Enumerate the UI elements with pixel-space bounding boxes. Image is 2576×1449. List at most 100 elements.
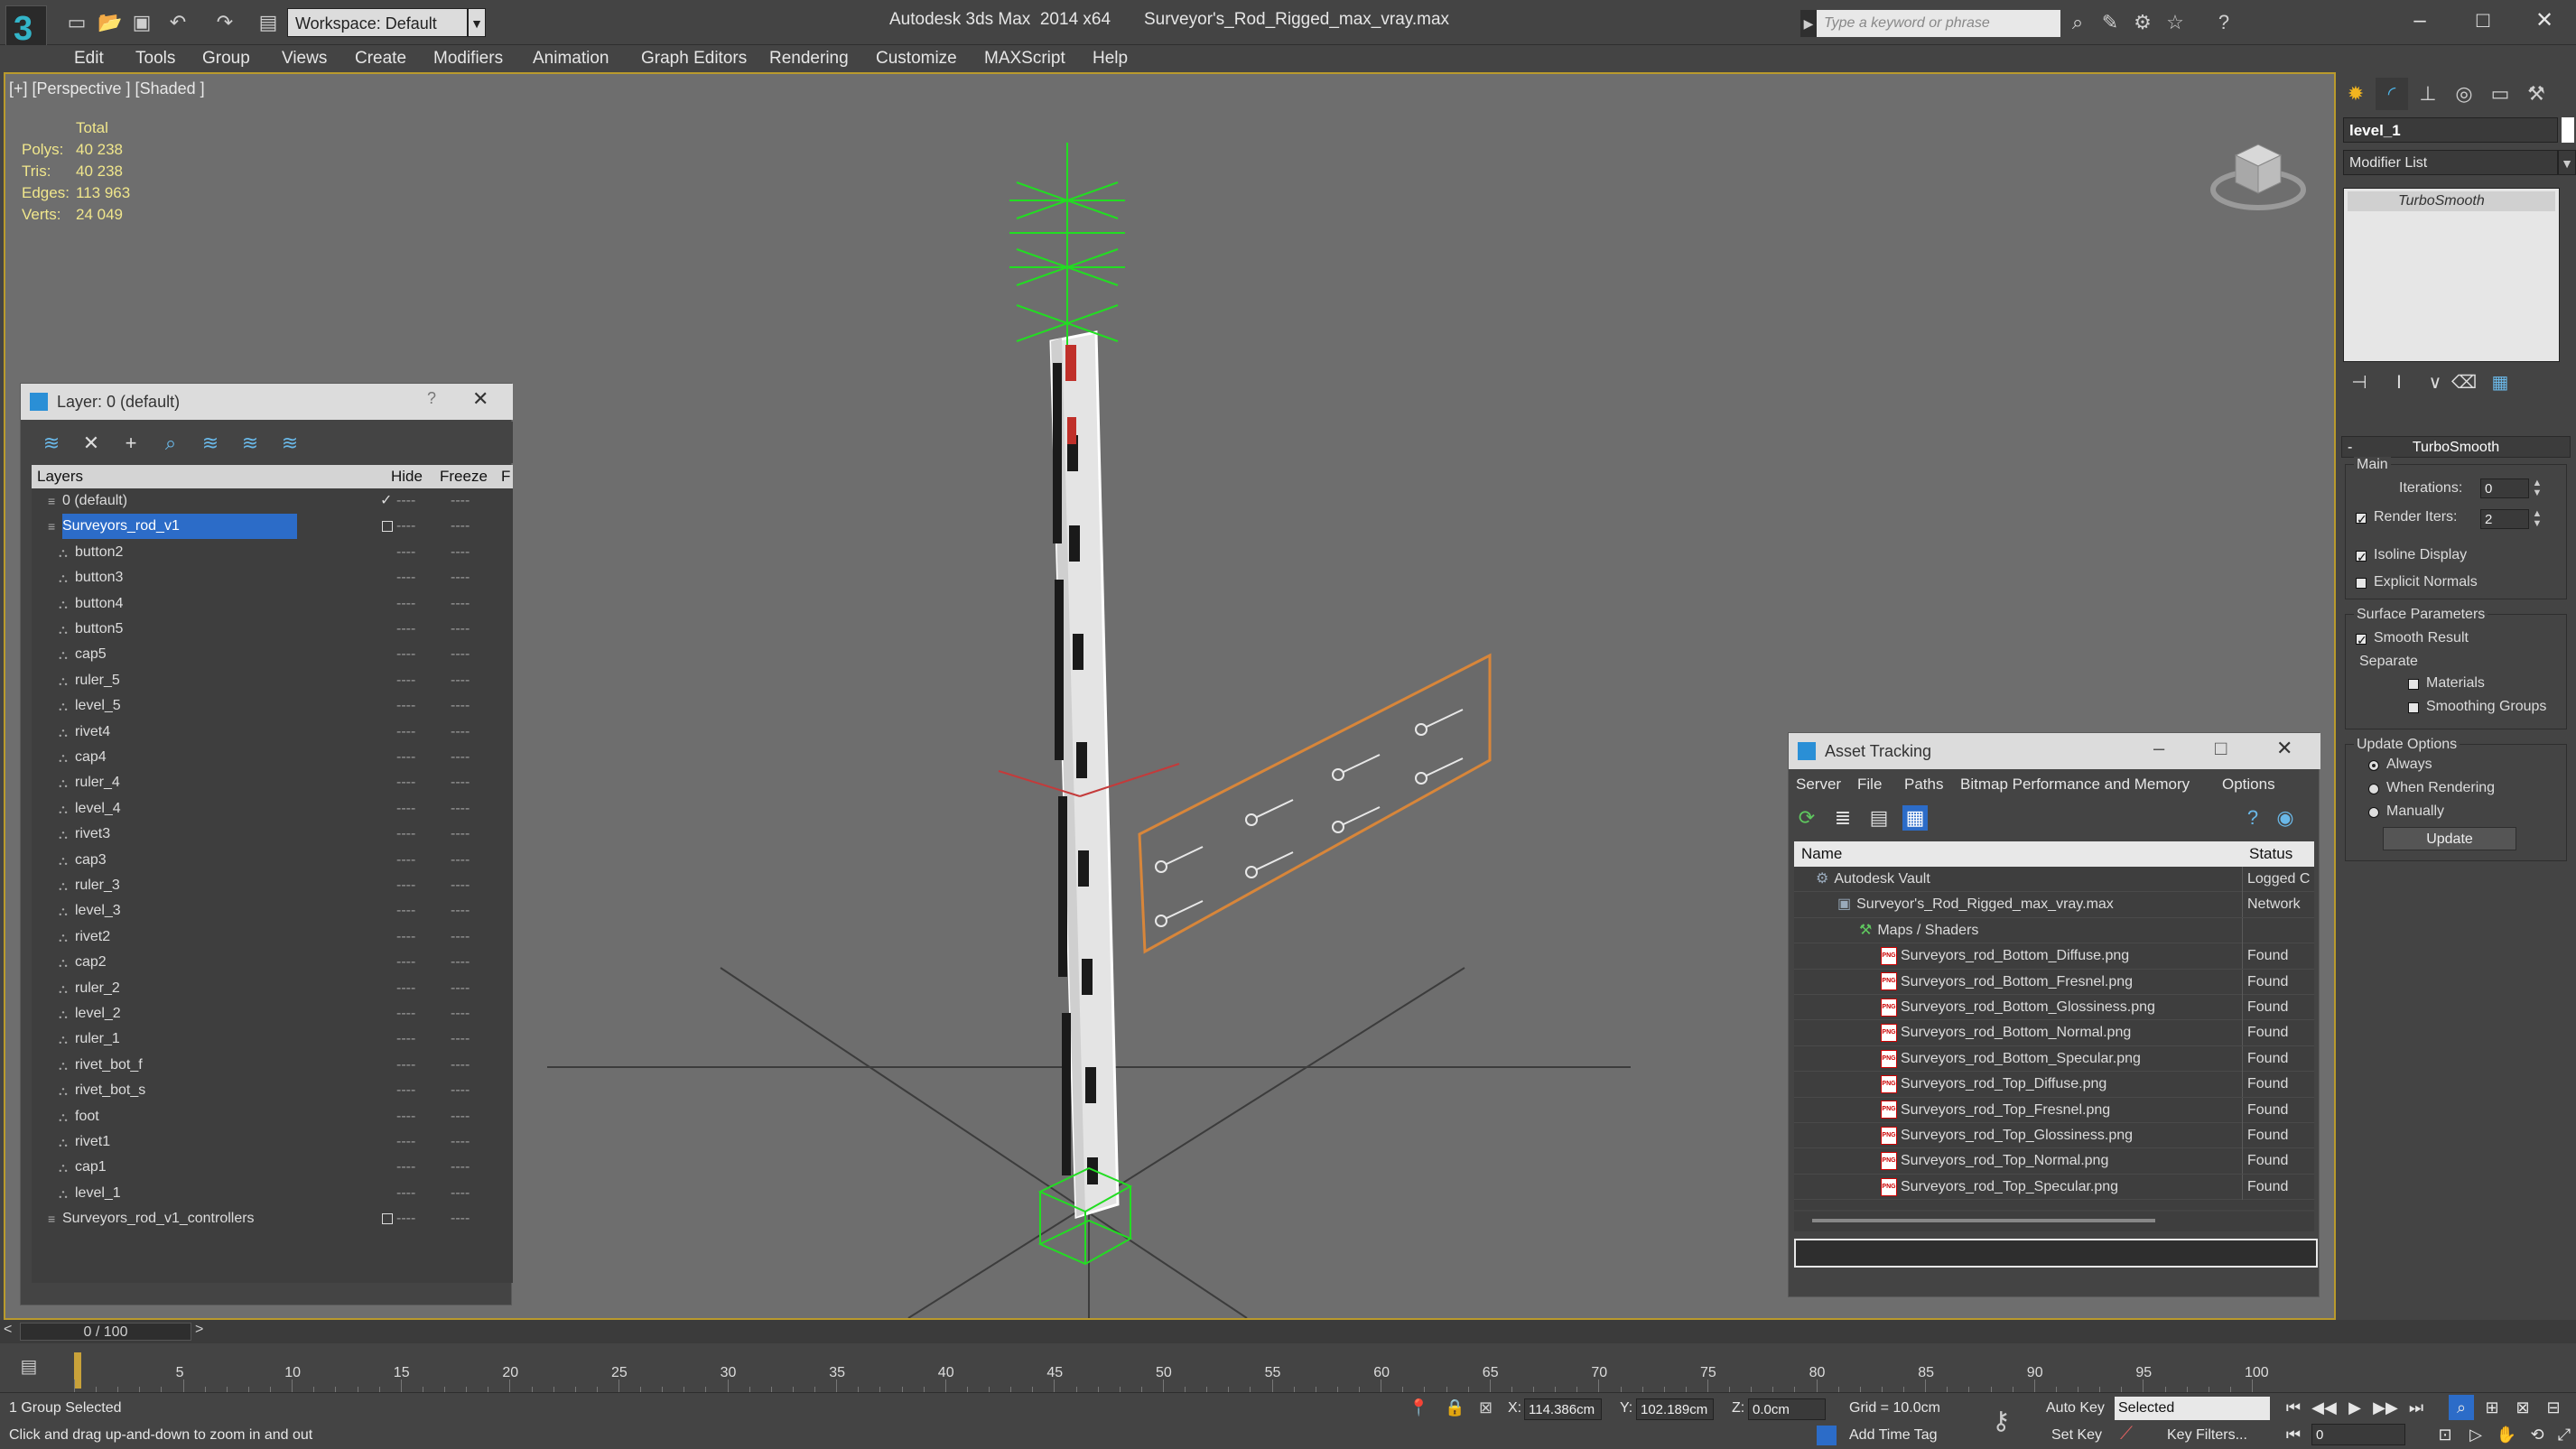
freeze-toggle[interactable]: ---- (451, 565, 470, 590)
pan-icon[interactable]: ✋ (2494, 1422, 2519, 1447)
freeze-toggle[interactable]: ---- (451, 822, 470, 847)
asset-row[interactable]: PNG Surveyors_rod_Bottom_Normal.png Found (1794, 1020, 2314, 1046)
detail-view-icon[interactable]: ▤ (1866, 805, 1892, 831)
menu-maxscript[interactable]: MAXScript (984, 47, 1065, 70)
object-row[interactable]: ⛬ ruler_4 ---- ---- (32, 770, 513, 795)
freeze-toggle[interactable]: ---- (451, 693, 470, 719)
hide-toggle[interactable]: ---- (396, 642, 415, 667)
mini-curve-editor-icon[interactable]: ▤ (16, 1354, 42, 1379)
maximize-button[interactable]: □ (2451, 0, 2515, 42)
asset-highlight-icon[interactable]: ◉ (2273, 805, 2298, 831)
save-file-icon[interactable]: ▣ (130, 11, 153, 34)
show-end-result-icon[interactable]: Ⅰ (2386, 370, 2412, 395)
menu-group[interactable]: Group (202, 47, 250, 70)
table-view-icon[interactable]: ▦ (1902, 805, 1928, 831)
object-row[interactable]: ⛬ cap1 ---- ---- (32, 1155, 513, 1180)
menu-help[interactable]: Help (1093, 47, 1128, 70)
asset-menu-options[interactable]: Options (2222, 771, 2275, 798)
workspace-dropdown[interactable]: Workspace: Default (287, 8, 468, 37)
time-next-button[interactable]: > (195, 1322, 203, 1338)
hide-toggle[interactable]: ---- (396, 745, 415, 770)
subscription-icon[interactable]: ⚙ (2131, 11, 2154, 34)
freeze-toggle[interactable]: ---- (451, 976, 470, 1001)
delete-layer-icon[interactable]: ✕ (79, 431, 104, 456)
hide-toggle[interactable]: ---- (396, 822, 415, 847)
layer-help-button[interactable]: ? (427, 389, 436, 408)
menu-create[interactable]: Create (355, 47, 406, 70)
hide-toggle[interactable]: ---- (396, 514, 415, 539)
render-iters-checkbox[interactable]: ✓ (2356, 513, 2367, 525)
make-unique-icon[interactable]: ∨ (2423, 370, 2448, 395)
hide-toggle[interactable]: ---- (396, 796, 415, 822)
hide-toggle[interactable]: ---- (396, 693, 415, 719)
menu-graph-editors[interactable]: Graph Editors (641, 47, 747, 70)
hide-toggle[interactable]: ---- (396, 720, 415, 745)
column-layers[interactable]: Layers (37, 465, 83, 488)
manually-radio[interactable] (2368, 807, 2379, 818)
freeze-toggle[interactable]: ---- (451, 488, 470, 514)
hide-all-layers-icon[interactable]: ≋ (237, 431, 263, 456)
hide-toggle[interactable]: ---- (396, 950, 415, 975)
workspace-dropdown-arrow-icon[interactable]: ▼ (468, 8, 486, 37)
materials-checkbox[interactable] (2408, 679, 2419, 690)
time-tag-icon[interactable] (1817, 1426, 1837, 1445)
freeze-toggle[interactable]: ---- (451, 720, 470, 745)
time-prev-button[interactable]: < (4, 1322, 12, 1338)
menu-tools[interactable]: Tools (135, 47, 175, 70)
object-row[interactable]: ⛬ button4 ---- ---- (32, 591, 513, 617)
auto-key-button[interactable]: Auto Key (2046, 1400, 2105, 1416)
frame-step-icon[interactable]: ⏮ (2281, 1422, 2306, 1447)
undo-icon[interactable]: ↶ (166, 11, 190, 34)
current-frame-marker[interactable] (74, 1352, 81, 1389)
hide-toggle[interactable]: ---- (396, 770, 415, 795)
refresh-icon[interactable]: ⟳ (1794, 805, 1819, 831)
pin-stack-icon[interactable]: ⊣ (2347, 370, 2372, 395)
iterations-spinner[interactable]: 0 (2480, 478, 2529, 498)
go-to-start-icon[interactable]: ⏮ (2281, 1395, 2306, 1420)
hide-toggle[interactable]: ---- (396, 873, 415, 898)
smoothing-groups-checkbox[interactable] (2408, 702, 2419, 713)
freeze-toggle[interactable]: ---- (451, 898, 470, 924)
iterations-spinner-arrows-icon[interactable]: ▲ ▼ (2531, 478, 2543, 498)
asset-row[interactable]: ▣ Surveyor's_Rod_Rigged_max_vray.max Netwo… (1794, 892, 2314, 918)
menu-animation[interactable]: Animation (533, 47, 609, 70)
asset-menu-bitmap-performance[interactable]: Bitmap Performance and Memory (1960, 771, 2190, 798)
hide-toggle[interactable]: ---- (396, 1206, 415, 1231)
asset-hscrollbar[interactable] (1794, 1212, 2314, 1231)
column-freeze[interactable]: Freeze (440, 465, 488, 488)
utilities-tab-icon[interactable]: ⚒ (2520, 78, 2553, 110)
freeze-toggle[interactable]: ---- (451, 514, 470, 539)
asset-row[interactable]: PNG Surveyors_rod_Top_Fresnel.png Found (1794, 1097, 2314, 1123)
freeze-toggle[interactable]: ---- (451, 1104, 470, 1129)
menu-rendering[interactable]: Rendering (769, 47, 849, 70)
column-status[interactable]: Status (2249, 841, 2292, 867)
object-row[interactable]: ⛬ ruler_1 ---- ---- (32, 1026, 513, 1052)
object-color-swatch[interactable] (2562, 117, 2574, 143)
asset-row[interactable]: PNG Surveyors_rod_Top_Glossiness.png Found (1794, 1123, 2314, 1149)
update-button[interactable]: Update (2383, 827, 2516, 850)
highlight-layer-icon[interactable]: ≋ (198, 431, 223, 456)
add-time-tag-button[interactable]: Add Time Tag (1849, 1427, 1938, 1444)
hide-toggle[interactable]: ---- (396, 924, 415, 950)
asset-row[interactable]: PNG Surveyors_rod_Top_Diffuse.png Found (1794, 1072, 2314, 1098)
freeze-toggle[interactable]: ---- (451, 642, 470, 667)
hierarchy-tab-icon[interactable]: ⊥ (2412, 78, 2444, 110)
hide-toggle[interactable]: ---- (396, 1078, 415, 1103)
key-mode-icon[interactable]: ⌕ (2449, 1395, 2474, 1420)
isoline-display-checkbox[interactable]: ✓ (2356, 551, 2367, 563)
time-slider-thumb[interactable]: 0 / 100 (20, 1323, 191, 1341)
time-slider[interactable]: < 0 / 100 > (0, 1320, 2576, 1343)
object-row[interactable]: ⛬ rivet4 ---- ---- (32, 720, 513, 745)
hide-toggle[interactable]: ---- (396, 1181, 415, 1206)
freeze-toggle[interactable]: ---- (451, 770, 470, 795)
object-row[interactable]: ⛬ rivet3 ---- ---- (32, 822, 513, 847)
key-filter-selection-dropdown[interactable]: Selected (2115, 1397, 2270, 1420)
key-icon[interactable]: ⚷ (1992, 1406, 2011, 1435)
layer-row[interactable]: ≡ Surveyors_rod_v1 ---- ---- (32, 514, 513, 540)
asset-row[interactable]: PNG Surveyors_rod_Bottom_Fresnel.png Found (1794, 969, 2314, 995)
binoculars-icon[interactable]: ⌕ (2066, 11, 2089, 34)
select-in-layer-icon[interactable]: ⌕ (158, 431, 183, 456)
hide-toggle[interactable]: ---- (396, 565, 415, 590)
remove-modifier-icon[interactable]: ⌫ (2451, 370, 2477, 395)
hide-toggle[interactable]: ---- (396, 540, 415, 565)
